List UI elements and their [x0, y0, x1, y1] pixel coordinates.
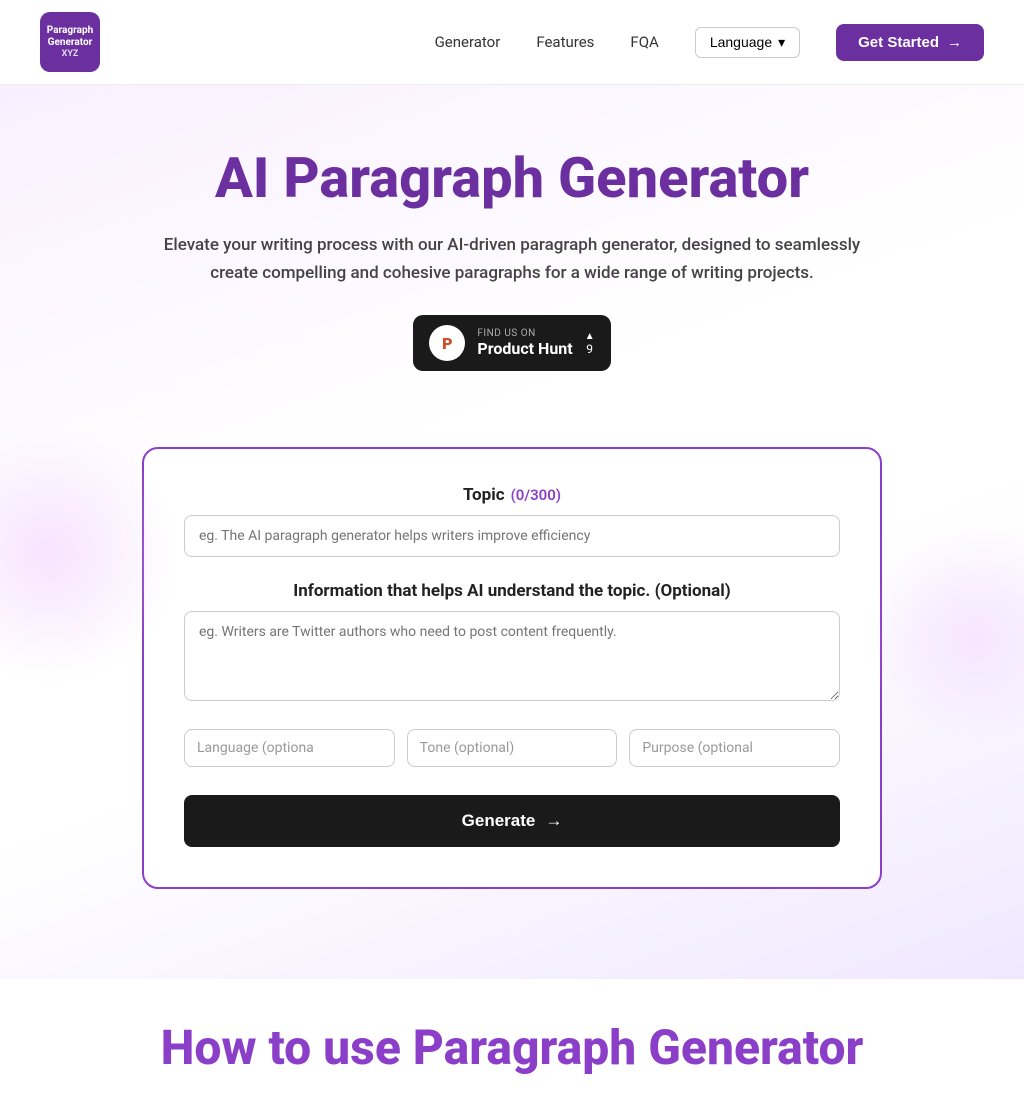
ph-vote-count: 9	[586, 342, 593, 356]
navbar: Paragraph Generator XYZ Generator Featur…	[0, 0, 1024, 85]
generate-arrow-icon: →	[545, 811, 562, 831]
info-label: Information that helps AI understand the…	[184, 581, 840, 601]
hero-section: AI Paragraph Generator Elevate your writ…	[0, 85, 1024, 979]
get-started-button[interactable]: Get Started →	[836, 24, 984, 61]
info-textarea[interactable]	[184, 611, 840, 701]
form-card: Topic(0/300) Information that helps AI u…	[142, 447, 882, 889]
language-label: Language	[710, 34, 772, 50]
topic-label: Topic(0/300)	[184, 485, 840, 505]
ph-upvote-icon: ▲	[585, 331, 595, 342]
topic-count: (0/300)	[511, 486, 561, 504]
nav-links: Generator Features FQA Language ▾ Get St…	[435, 24, 984, 61]
logo-line3: XYZ	[62, 49, 79, 60]
hero-title: AI Paragraph Generator	[20, 145, 1004, 211]
product-hunt-badge[interactable]: P FIND US ON Product Hunt ▲ 9	[413, 315, 610, 371]
dropdowns-row: Language (optiona Tone (optional) Purpos…	[184, 729, 840, 767]
logo-line1: Paragraph	[47, 25, 93, 37]
logo-line2: Generator	[48, 37, 93, 49]
how-title: How to use Paragraph Generator	[20, 1019, 1004, 1076]
get-started-label: Get Started	[858, 34, 939, 51]
hero-description: Elevate your writing process with our AI…	[162, 231, 862, 287]
purpose-select[interactable]: Purpose (optional	[629, 729, 840, 767]
topic-input[interactable]	[184, 515, 840, 557]
tone-select[interactable]: Tone (optional)	[407, 729, 618, 767]
ph-votes: ▲ 9	[585, 331, 595, 356]
info-field-group: Information that helps AI understand the…	[184, 581, 840, 729]
logo-box: Paragraph Generator XYZ	[40, 12, 100, 72]
ph-name-label: Product Hunt	[477, 339, 572, 358]
nav-features[interactable]: Features	[536, 33, 594, 51]
ph-letter: P	[442, 334, 452, 353]
ph-icon: P	[429, 325, 465, 361]
language-select[interactable]: Language (optiona	[184, 729, 395, 767]
logo[interactable]: Paragraph Generator XYZ	[40, 12, 100, 72]
ph-find-label: FIND US ON	[477, 328, 535, 339]
generate-button[interactable]: Generate →	[184, 795, 840, 847]
how-section: How to use Paragraph Generator	[0, 979, 1024, 1096]
nav-generator[interactable]: Generator	[435, 33, 501, 51]
nav-fqa[interactable]: FQA	[630, 33, 658, 51]
chevron-down-icon: ▾	[778, 34, 785, 51]
arrow-right-icon: →	[947, 34, 962, 51]
topic-field-group: Topic(0/300)	[184, 485, 840, 581]
generate-label: Generate	[462, 811, 536, 831]
language-button[interactable]: Language ▾	[695, 27, 800, 58]
ph-text: FIND US ON Product Hunt	[477, 328, 572, 358]
